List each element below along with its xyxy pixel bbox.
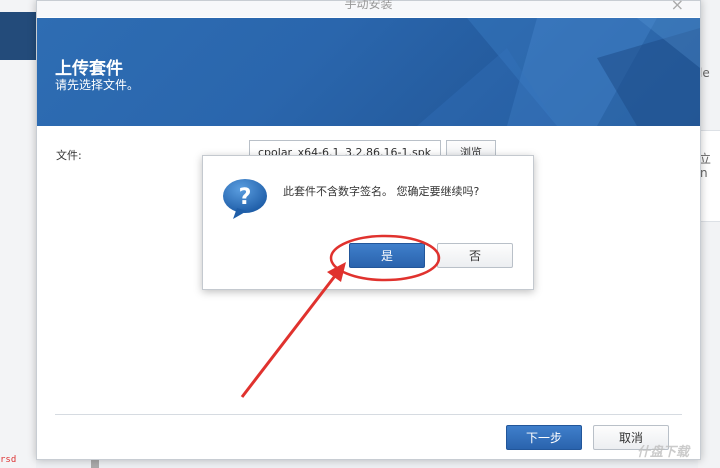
confirm-message: 此套件不含数字签名。 您确定要继续吗? [283,185,480,198]
next-step-button[interactable]: 下一步 [506,425,582,450]
banner-pattern [417,18,700,126]
question-icon: ? [223,179,267,219]
yes-button[interactable]: 是 [349,243,425,268]
footer-divider [55,414,682,415]
background-header-bar [0,12,36,60]
background-text: n [700,166,708,180]
banner-subtitle: 请先选择文件。 [55,78,140,92]
no-button[interactable]: 否 [437,243,513,268]
svg-text:?: ? [239,185,252,210]
background-corner-text: rsd [0,455,17,465]
file-label: 文件: [56,149,82,162]
watermark-logo: 什盘下载 [637,445,690,460]
dialog-titlebar[interactable]: 手动安装 × [37,0,700,17]
close-icon[interactable]: × [671,0,684,14]
dialog-banner: 上传套件 请先选择文件。 [37,18,700,126]
signature-confirm-dialog: ? 此套件不含数字签名。 您确定要继续吗? 是 否 [202,155,534,290]
dialog-title: 手动安装 [344,0,393,11]
background-left-panel [0,0,36,468]
